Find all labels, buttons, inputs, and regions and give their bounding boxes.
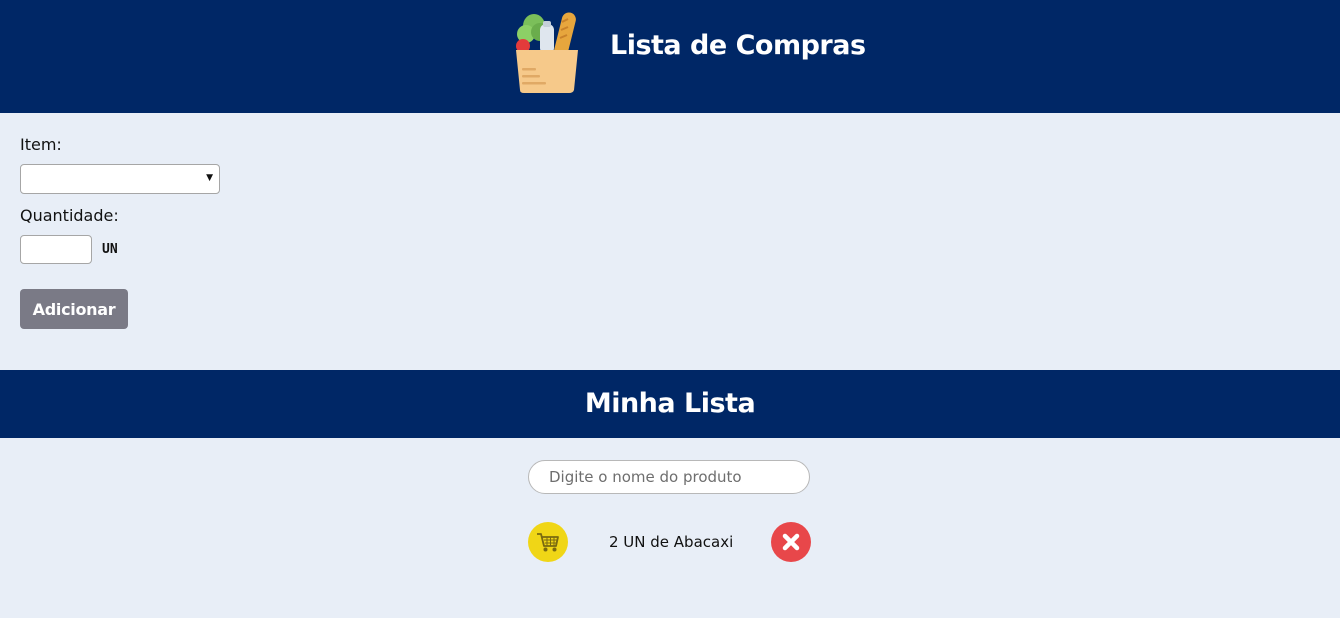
add-button[interactable]: Adicionar <box>20 289 128 329</box>
dropdown-arrow-icon: ▼ <box>206 173 213 183</box>
list-header: Minha Lista <box>0 370 1340 438</box>
grocery-bag-icon <box>516 12 578 93</box>
quantity-input[interactable] <box>20 235 92 264</box>
app-header: Lista de Compras <box>0 0 1340 113</box>
item-select[interactable]: ▼ <box>20 164 220 194</box>
cart-icon <box>537 533 559 552</box>
item-label: Item: <box>20 135 62 154</box>
search-placeholder: Digite o nome do produto <box>549 468 742 486</box>
add-item-form: Item: ▼ Quantidade: UN Adicionar <box>0 113 1340 370</box>
quantity-label: Quantidade: <box>20 206 119 225</box>
unit-label: UN <box>102 242 118 257</box>
cart-button[interactable] <box>528 522 568 562</box>
app-title: Lista de Compras <box>610 30 866 61</box>
list-item-text: 2 UN de Abacaxi <box>609 533 734 551</box>
list-title: Minha Lista <box>584 388 756 419</box>
close-icon <box>782 533 800 551</box>
search-input[interactable]: Digite o nome do produto <box>528 460 810 494</box>
list-item: 2 UN de Abacaxi <box>528 521 812 563</box>
remove-button[interactable] <box>771 522 811 562</box>
